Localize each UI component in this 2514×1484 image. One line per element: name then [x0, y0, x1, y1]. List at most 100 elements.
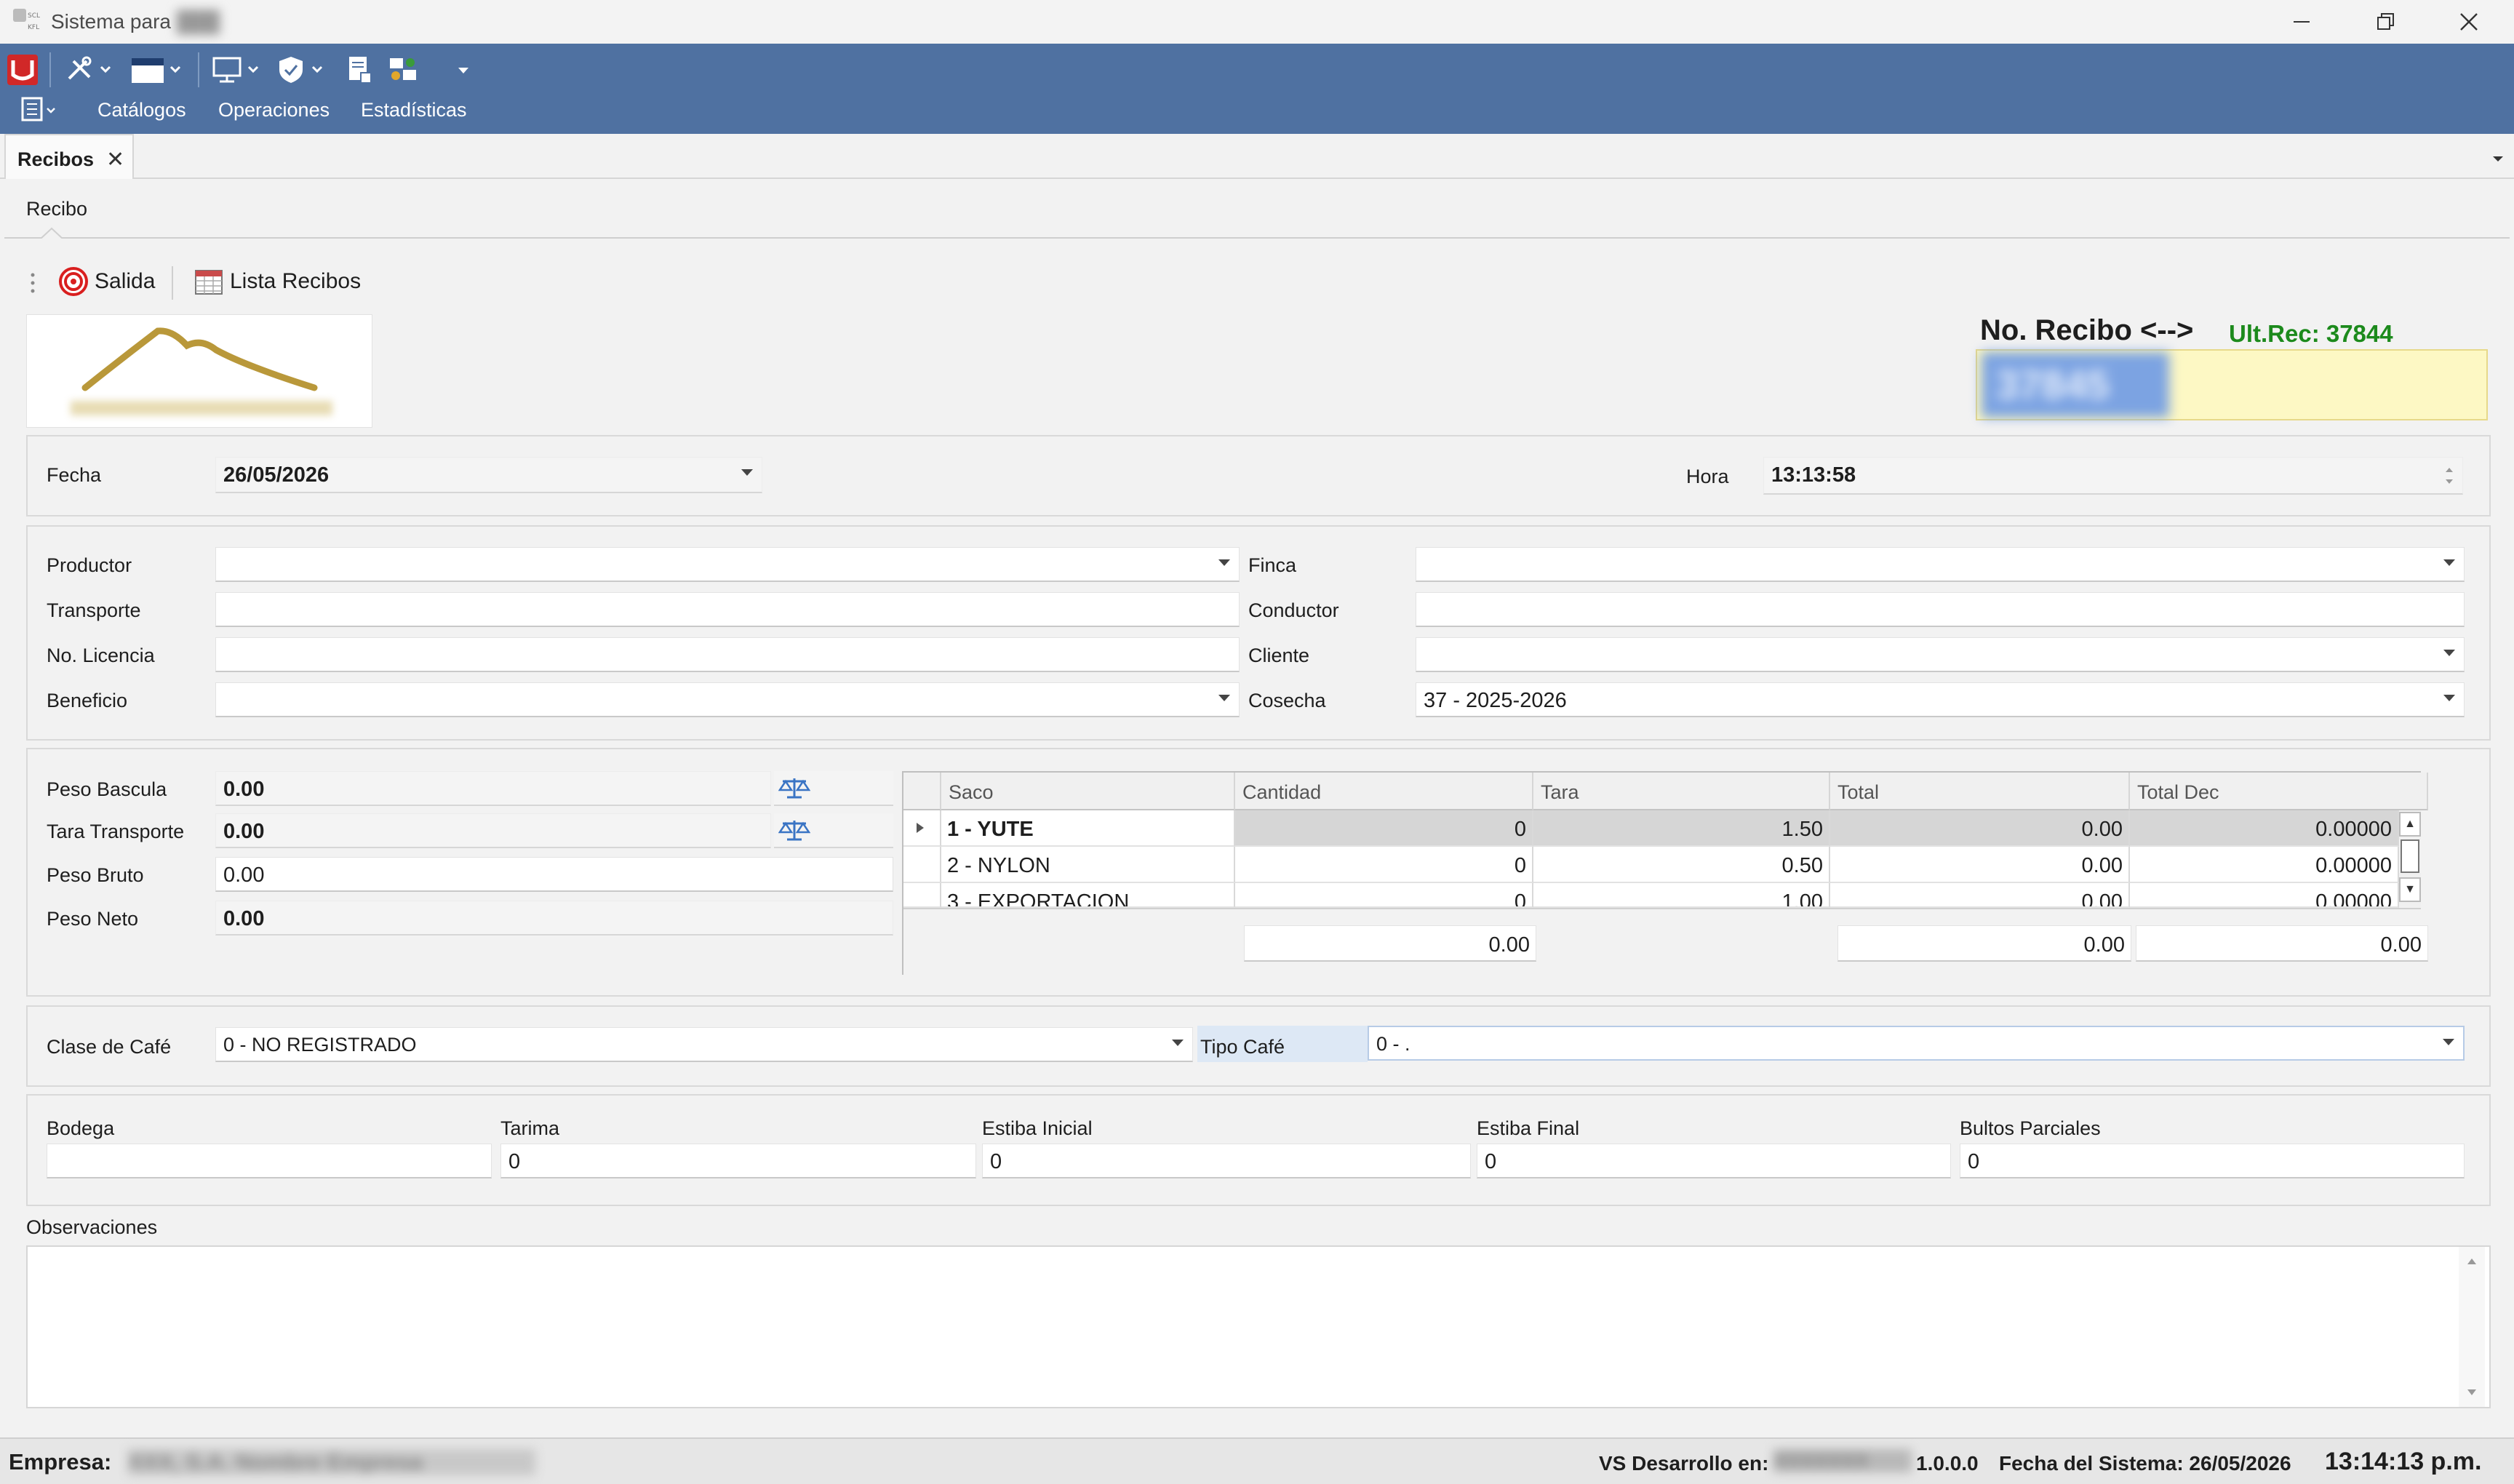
row-indicator — [903, 847, 941, 883]
scroll-thumb[interactable] — [2401, 839, 2419, 873]
estiba-inicial-label: Estiba Inicial — [982, 1117, 1093, 1139]
peso-bascula-label: Peso Bascula — [47, 778, 167, 800]
cell-tara[interactable]: 1.00 — [1533, 883, 1830, 908]
observaciones-value — [28, 1247, 2489, 1258]
licencia-field[interactable] — [215, 637, 1240, 672]
empresa-label: Empresa: — [9, 1449, 112, 1475]
col-tara[interactable]: Tara — [1533, 773, 1830, 810]
observaciones-textarea[interactable] — [26, 1245, 2491, 1408]
textarea-scrollbar[interactable] — [2459, 1247, 2485, 1407]
peso-bascula-value: 0.00 — [223, 778, 265, 801]
chevron-down-icon[interactable] — [1218, 695, 1230, 701]
chevron-down-icon[interactable] — [741, 469, 753, 476]
clase-cafe-select[interactable]: 0 - NO REGISTRADO — [215, 1027, 1193, 1062]
tarima-value: 0 — [508, 1150, 521, 1173]
scale-read-button[interactable] — [774, 771, 893, 806]
bultos-parciales-label: Bultos Parciales — [1960, 1117, 2101, 1139]
peso-bruto-field[interactable]: 0.00 — [215, 857, 893, 892]
peso-bascula-field: 0.00 — [215, 771, 771, 806]
grid-scrollbar[interactable]: ▲ ▼ — [2399, 810, 2421, 908]
scroll-down-icon[interactable] — [2465, 1385, 2479, 1400]
peso-neto-value: 0.00 — [223, 907, 265, 930]
table-row[interactable]: 3 - EXPORTACION — [941, 883, 1235, 908]
chevron-down-icon[interactable] — [2443, 695, 2455, 701]
tipo-cafe-select[interactable]: 0 - . — [1368, 1026, 2465, 1061]
cosecha-value: 37 - 2025-2026 — [1424, 689, 1567, 712]
cosecha-select[interactable]: 37 - 2025-2026 — [1416, 682, 2465, 717]
chevron-down-icon[interactable] — [1218, 559, 1230, 566]
window-icon[interactable] — [128, 51, 188, 89]
cliente-label: Cliente — [1248, 645, 1310, 666]
cell-cantidad[interactable]: 0 — [1235, 883, 1533, 908]
conductor-field[interactable] — [1416, 592, 2465, 627]
cell-total[interactable]: 0.00 — [1830, 847, 2130, 883]
tarima-field[interactable]: 0 — [500, 1144, 976, 1178]
receipts-list-button[interactable]: Lista Recibos — [193, 266, 361, 297]
col-saco[interactable]: Saco — [941, 773, 1235, 810]
tools-icon[interactable] — [63, 51, 118, 89]
table-row[interactable]: 1 - YUTE — [941, 810, 1235, 847]
chevron-down-icon[interactable] — [2443, 650, 2455, 656]
sacks-grid: Saco Cantidad Tara Total Total Dec 1 - Y… — [902, 771, 2428, 975]
tara-read-button[interactable] — [774, 813, 893, 848]
scroll-up-icon[interactable]: ▲ — [2399, 812, 2421, 837]
estiba-inicial-field[interactable]: 0 — [982, 1144, 1471, 1178]
chevron-down-icon[interactable] — [1172, 1040, 1184, 1046]
report-icon[interactable] — [342, 51, 377, 89]
cell-tara[interactable]: 0.50 — [1533, 847, 1830, 883]
last-receipt-label: Ult.Rec: 37844 — [2229, 320, 2393, 347]
cell-cantidad[interactable]: 0 — [1235, 847, 1533, 883]
cell-total-dec[interactable]: 0.00000 — [2130, 847, 2399, 883]
col-total[interactable]: Total — [1830, 773, 2130, 810]
peso-bruto-label: Peso Bruto — [47, 864, 144, 886]
exit-button[interactable]: Salida — [58, 266, 155, 297]
cell-total[interactable]: 0.00 — [1830, 883, 2130, 908]
fecha-field[interactable]: 26/05/2026 — [215, 457, 762, 493]
menu-estadisticas[interactable]: Estadísticas — [361, 99, 467, 121]
version-label: 1.0.0.0 — [1916, 1452, 1979, 1475]
scroll-up-icon[interactable] — [2465, 1254, 2479, 1269]
tab-recibos[interactable]: Recibos ✕ — [4, 134, 134, 179]
scroll-down-icon[interactable]: ▼ — [2399, 877, 2421, 902]
clase-cafe-label: Clase de Café — [47, 1036, 172, 1058]
cliente-select[interactable] — [1416, 637, 2465, 672]
window-title-redacted: ███ — [176, 10, 220, 33]
transporte-field[interactable] — [215, 592, 1240, 627]
beneficio-select[interactable] — [215, 682, 1240, 717]
col-total-dec[interactable]: Total Dec — [2130, 773, 2428, 810]
menu-list-icon[interactable] — [16, 92, 64, 128]
minimize-icon[interactable] — [2265, 3, 2338, 41]
spinner-icon[interactable] — [2443, 462, 2455, 490]
cell-total-dec[interactable]: 0.00000 — [2130, 810, 2399, 847]
row-indicator — [903, 883, 941, 908]
cell-total[interactable]: 0.00 — [1830, 810, 2130, 847]
app-logo-icon[interactable] — [4, 51, 41, 89]
close-icon[interactable] — [2433, 3, 2505, 41]
cell-cantidad[interactable]: 0 — [1235, 810, 1533, 847]
menu-catalogos[interactable]: Catálogos — [97, 99, 186, 121]
receipt-number-value: 37845 — [1982, 352, 2169, 418]
tabs-dropdown-icon[interactable] — [2491, 148, 2505, 171]
restore-icon[interactable] — [2350, 3, 2422, 41]
estiba-inicial-value: 0 — [990, 1150, 1002, 1173]
tab-close-icon[interactable]: ✕ — [106, 147, 124, 172]
cell-tara[interactable]: 1.50 — [1533, 810, 1830, 847]
productor-select[interactable] — [215, 547, 1240, 582]
bultos-parciales-field[interactable]: 0 — [1960, 1144, 2465, 1178]
subtab-recibo[interactable]: Recibo — [26, 198, 87, 220]
hora-field[interactable]: 13:13:58 — [1763, 457, 2463, 495]
overflow-icon[interactable] — [445, 51, 482, 89]
cell-total-dec[interactable]: 0.00000 — [2130, 883, 2399, 908]
fecha-sistema-label: Fecha del Sistema: 26/05/2026 — [1999, 1452, 2291, 1475]
chevron-down-icon[interactable] — [2443, 1039, 2454, 1045]
bodega-field[interactable] — [47, 1144, 492, 1178]
estiba-final-field[interactable]: 0 — [1477, 1144, 1951, 1178]
finca-select[interactable] — [1416, 547, 2465, 582]
chevron-down-icon[interactable] — [2443, 559, 2455, 566]
table-row[interactable]: 2 - NYLON — [941, 847, 1235, 883]
col-cantidad[interactable]: Cantidad — [1235, 773, 1533, 810]
shield-icon[interactable] — [276, 51, 332, 89]
network-icon[interactable] — [384, 51, 422, 89]
monitor-icon[interactable] — [211, 51, 266, 89]
menu-operaciones[interactable]: Operaciones — [218, 99, 330, 121]
